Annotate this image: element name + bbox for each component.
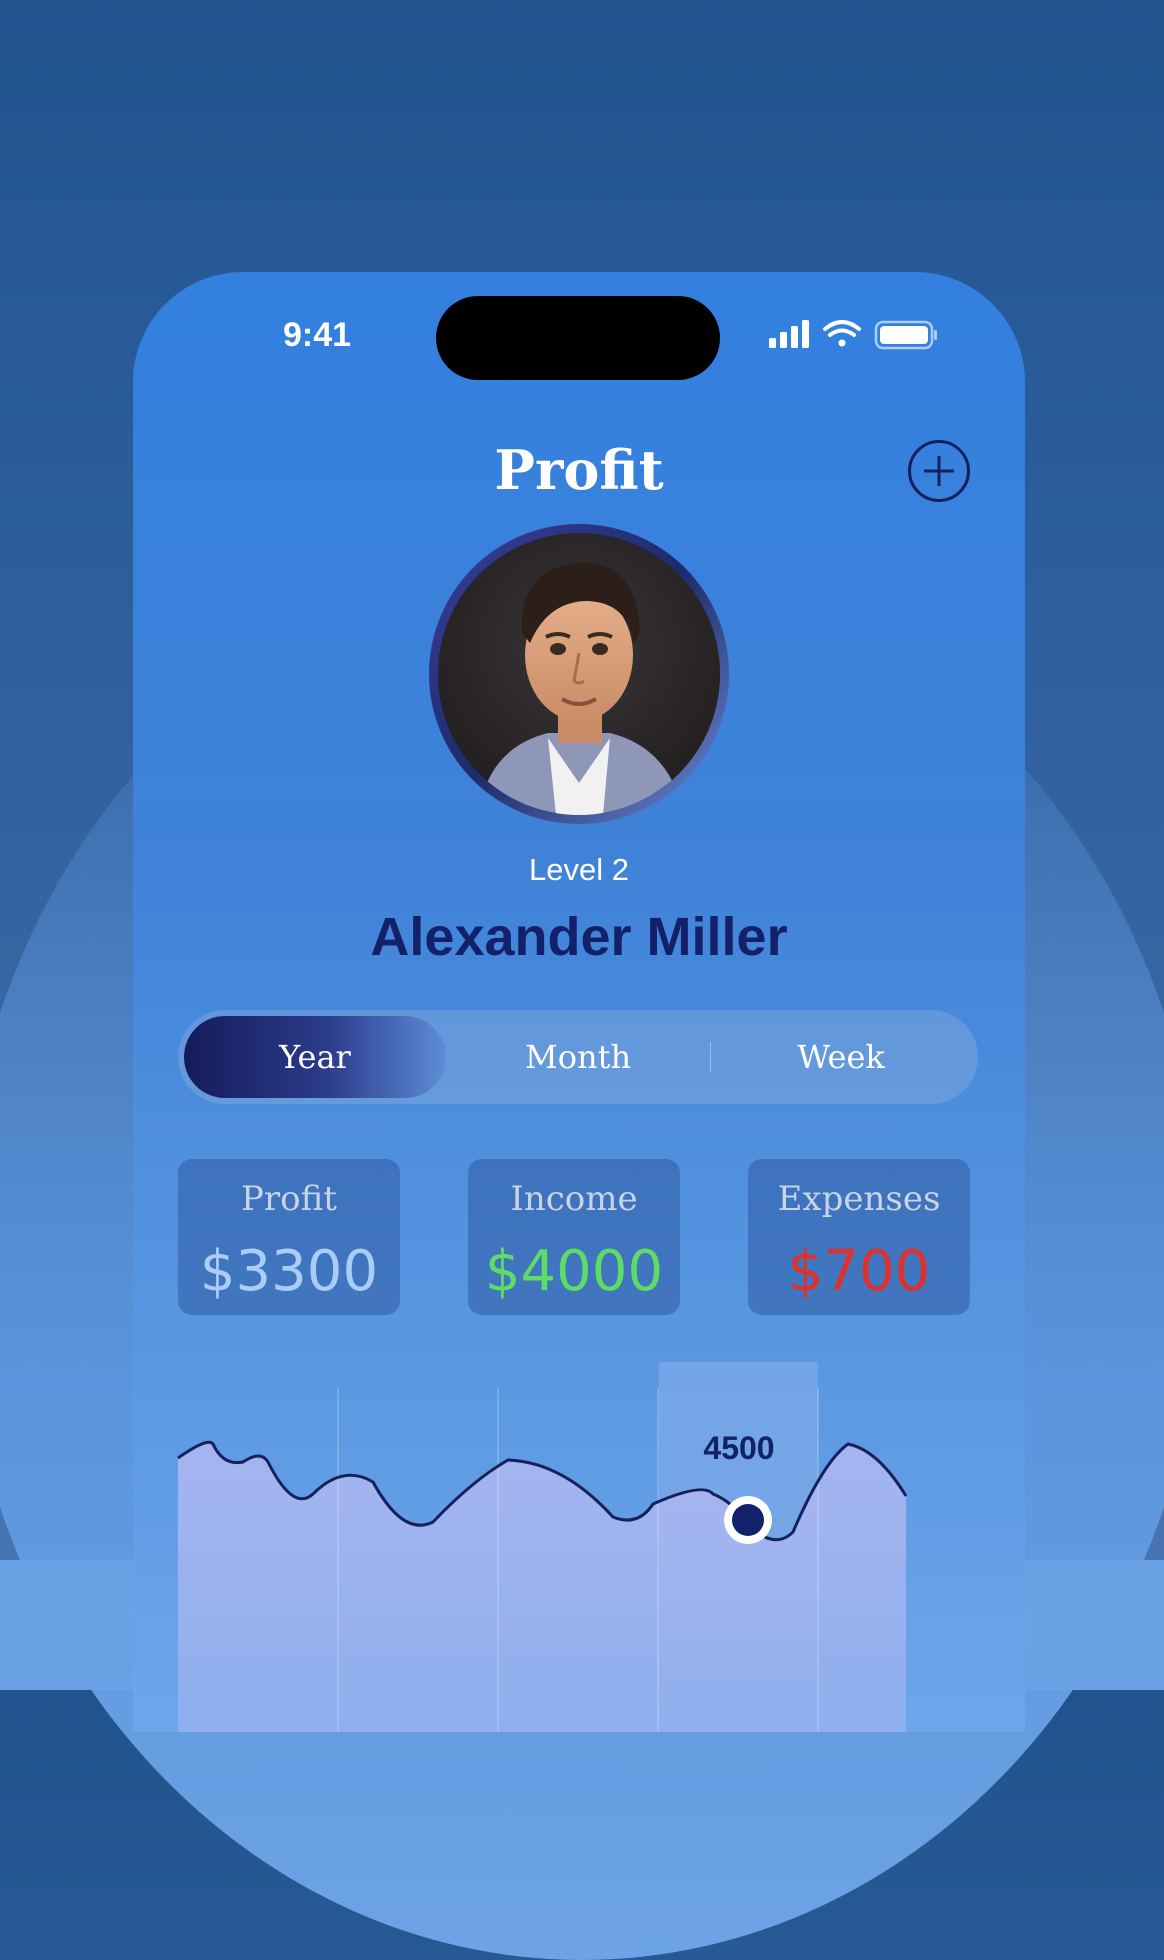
stat-value: $4000	[484, 1239, 664, 1304]
dynamic-island	[436, 296, 720, 380]
stat-card-profit[interactable]: Profit $3300	[178, 1159, 400, 1315]
stat-label: Income	[510, 1179, 638, 1219]
status-time: 9:41	[282, 316, 352, 354]
stat-card-income[interactable]: Income $4000	[468, 1159, 680, 1315]
signal-icon	[769, 320, 809, 348]
profit-chart[interactable]: 4500	[133, 1362, 1025, 1732]
status-icons	[769, 320, 937, 350]
stat-label: Profit	[241, 1179, 337, 1219]
add-button[interactable]	[908, 440, 970, 502]
wifi-icon	[823, 320, 861, 347]
stat-value: $3300	[199, 1239, 379, 1304]
stat-label: Expenses	[777, 1179, 941, 1219]
stat-value: $700	[787, 1239, 931, 1304]
stat-card-expenses[interactable]: Expenses $700	[748, 1159, 970, 1315]
period-selector: Year Month Week	[178, 1010, 978, 1104]
battery-icon	[874, 320, 937, 350]
tab-year[interactable]: Year	[184, 1016, 446, 1098]
phone-screen: 9:41 Profit Level 2 Alexander Miller Yea…	[133, 272, 1025, 1732]
chart-point-marker-inner	[732, 1504, 764, 1536]
tab-week[interactable]: Week	[710, 1016, 972, 1098]
avatar-portrait	[438, 533, 720, 815]
chart-highlight-value: 4500	[703, 1430, 774, 1466]
tab-month[interactable]: Month	[446, 1016, 710, 1098]
avatar	[429, 524, 729, 824]
user-name: Alexander Miller	[370, 907, 788, 967]
page-title: Profit	[494, 438, 664, 502]
user-level: Level 2	[529, 852, 629, 887]
